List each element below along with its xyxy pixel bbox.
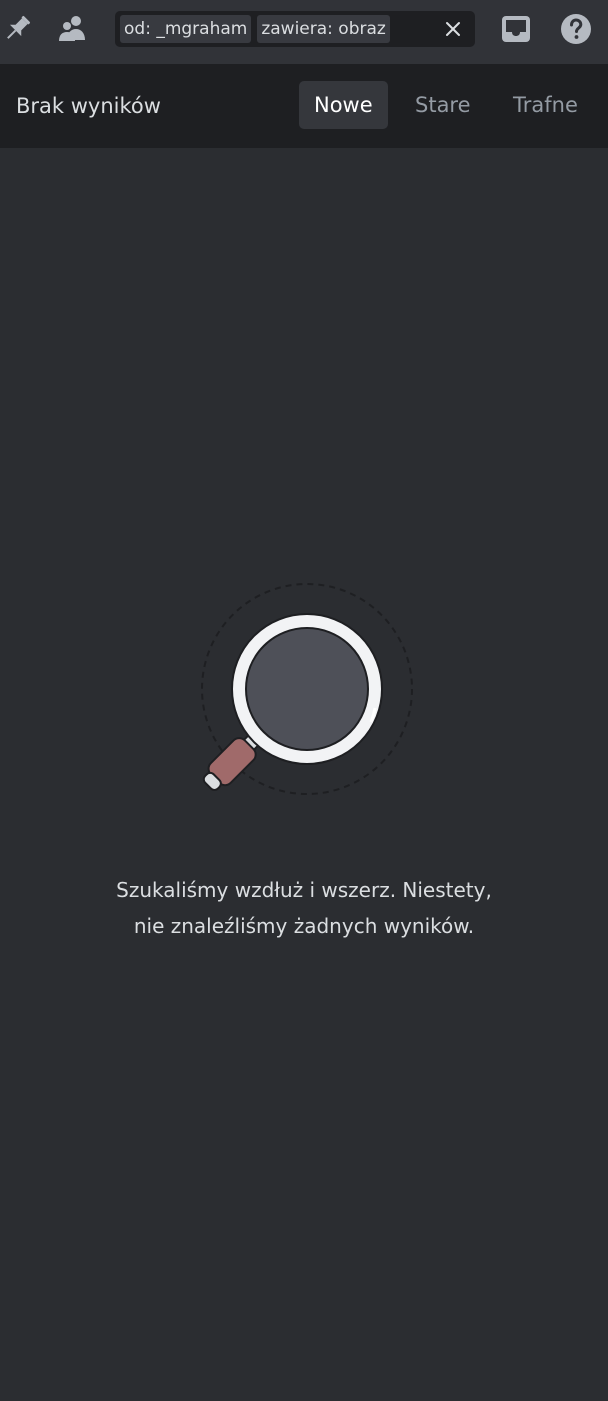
top-toolbar: od: _mgraham zawiera: obraz xyxy=(0,0,608,64)
search-filter-token[interactable]: zawiera: obraz xyxy=(257,15,390,43)
pin-icon[interactable] xyxy=(0,12,34,46)
sort-tab-newest[interactable]: Nowe xyxy=(299,81,388,129)
inbox-icon[interactable] xyxy=(499,12,533,46)
empty-state-line-1: Szukaliśmy wzdłuż i wszerz. Niestety, xyxy=(116,878,492,902)
search-filter-token[interactable]: od: _mgraham xyxy=(120,15,252,43)
sort-tab-relevant[interactable]: Trafne xyxy=(498,81,593,129)
results-status: Brak wyników xyxy=(16,94,161,118)
close-icon[interactable] xyxy=(439,15,467,43)
members-icon[interactable] xyxy=(56,12,90,46)
empty-state-line-2: nie znaleźliśmy żadnych wyników. xyxy=(133,914,475,938)
help-icon[interactable] xyxy=(559,12,593,46)
results-header: Brak wyników Nowe Stare Trafne xyxy=(0,64,608,148)
sort-tab-oldest[interactable]: Stare xyxy=(400,81,486,129)
search-input[interactable]: od: _mgraham zawiera: obraz xyxy=(115,11,475,47)
magnifying-glass-icon xyxy=(190,578,420,808)
empty-state-message: Szukaliśmy wzdłuż i wszerz. Niestety, ni… xyxy=(0,872,608,944)
